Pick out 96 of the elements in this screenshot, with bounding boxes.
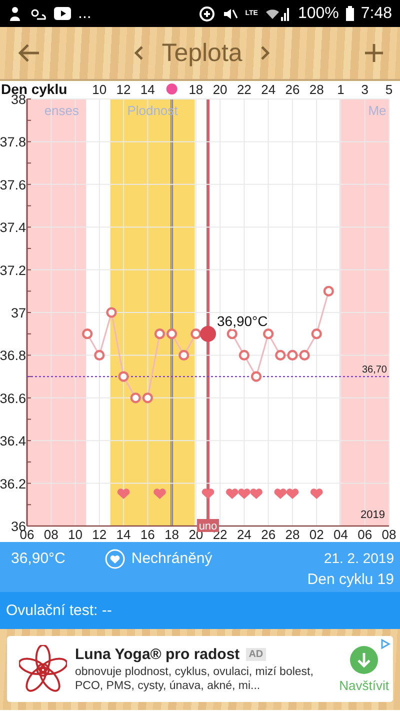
data-point [226, 328, 238, 340]
heart-icon [238, 488, 250, 499]
lotus-logo-icon [19, 645, 67, 693]
axis-label: 37 [10, 306, 26, 320]
battery-level: 100% [298, 4, 339, 22]
battery-icon [346, 6, 354, 21]
download-icon [350, 646, 378, 674]
back-arrow-icon [18, 43, 40, 63]
axis-label: 28 [285, 527, 300, 542]
temperature-value: 36,90°C [11, 549, 66, 569]
axis-label: 26 [285, 82, 300, 97]
data-point [94, 350, 105, 360]
axis-label: 14 [140, 82, 155, 97]
axis-label: 06 [358, 527, 372, 542]
axis-label: 10 [68, 527, 82, 542]
axis-label: 36.6 [0, 390, 26, 406]
ovulation-dot-icon [166, 84, 178, 94]
data-point [250, 371, 262, 382]
data-point [118, 371, 129, 382]
ad-title: Luna Yoga® pro radost [75, 646, 240, 662]
data-point [275, 350, 286, 360]
data-point [190, 328, 202, 340]
heart-icon [226, 488, 238, 499]
axis-label: 24 [261, 82, 276, 97]
data-point [142, 392, 153, 404]
axis-label: 08 [44, 527, 58, 542]
video-icon [54, 7, 71, 20]
axis-label: 14 [116, 527, 131, 542]
reference-label: 36,70 [362, 364, 387, 376]
data-point [178, 350, 190, 360]
axis-label: 37.2 [0, 262, 26, 278]
data-point [154, 328, 166, 340]
chevron-left-icon [134, 45, 144, 61]
heart-icon [154, 488, 166, 499]
data-point [263, 328, 274, 340]
signal-icon [264, 6, 291, 20]
selected-point [200, 326, 216, 342]
heart-icon [250, 488, 262, 499]
more-notifications: ... [78, 4, 92, 22]
axis-label: 18 [164, 527, 180, 542]
axis-label: 28 [309, 82, 324, 97]
axis-label: 02 [309, 527, 324, 542]
point-label: 36,90°C [217, 312, 268, 329]
axis-label: 04 [334, 527, 348, 542]
ad-badge: AD [246, 648, 266, 660]
protection-status: Nechráněný [131, 549, 212, 569]
ovulation-test-label: Ovulační test: -- [6, 602, 112, 619]
axis-label: 36.8 [0, 348, 26, 364]
axis-label: 36.2 [0, 476, 26, 492]
notification-icon [8, 6, 22, 22]
heart-icon [286, 488, 299, 499]
axis-label: 5 [385, 82, 393, 97]
heart-icon [310, 488, 323, 499]
ad-info-icon[interactable] [379, 638, 391, 650]
band-label: enses [44, 103, 80, 118]
visit-button[interactable]: Navštívit [339, 646, 389, 692]
weather-icon [29, 6, 47, 20]
axis-label: 26 [261, 527, 276, 542]
plus-icon [364, 43, 384, 63]
data-point [299, 350, 310, 360]
day-tag: uno [197, 519, 219, 532]
chevron-right-icon [260, 45, 270, 61]
axis-label: 12 [116, 82, 131, 97]
axis-label: 22 [236, 82, 252, 97]
band-label: Me [368, 103, 386, 118]
data-point [311, 328, 322, 340]
data-point [238, 350, 250, 360]
data-point [166, 328, 178, 340]
cycle-day-label: Den cyklu 19 [307, 570, 394, 590]
year-label: 2019 [360, 509, 385, 521]
screen-title: Teplota [162, 38, 242, 68]
date-label: 21. 2. 2019 [322, 549, 394, 568]
clock: 7:48 [360, 4, 392, 22]
heart-icon [117, 488, 130, 499]
data-point [106, 307, 117, 318]
axis-label: 12 [92, 527, 107, 542]
axis-label: 37.4 [0, 220, 26, 236]
axis-label: 08 [382, 527, 396, 542]
data-point [130, 392, 141, 404]
axis-label: 1 [337, 82, 344, 97]
axis-label: 16 [140, 527, 155, 542]
data-point [323, 286, 334, 296]
data-saver-icon [199, 6, 216, 22]
ad-description: obnovuje plodnost, cyklus, ovulaci, mizí bolest, PCO, PMS, cysty, únava, akné, mi... [75, 664, 314, 692]
axis-label: 37.6 [0, 177, 26, 192]
axis-label: 3 [361, 82, 368, 97]
axis-label: 18 [188, 82, 204, 97]
axis-label: 24 [236, 527, 252, 542]
data-point [82, 328, 93, 340]
heart-icon [202, 488, 214, 499]
axis-label: 20 [212, 82, 228, 97]
data-point [287, 350, 298, 360]
axis-label: 37.8 [0, 134, 26, 150]
axis-label: 10 [92, 82, 107, 97]
axis-label: 36.4 [0, 434, 26, 449]
heart-icon [274, 488, 287, 499]
